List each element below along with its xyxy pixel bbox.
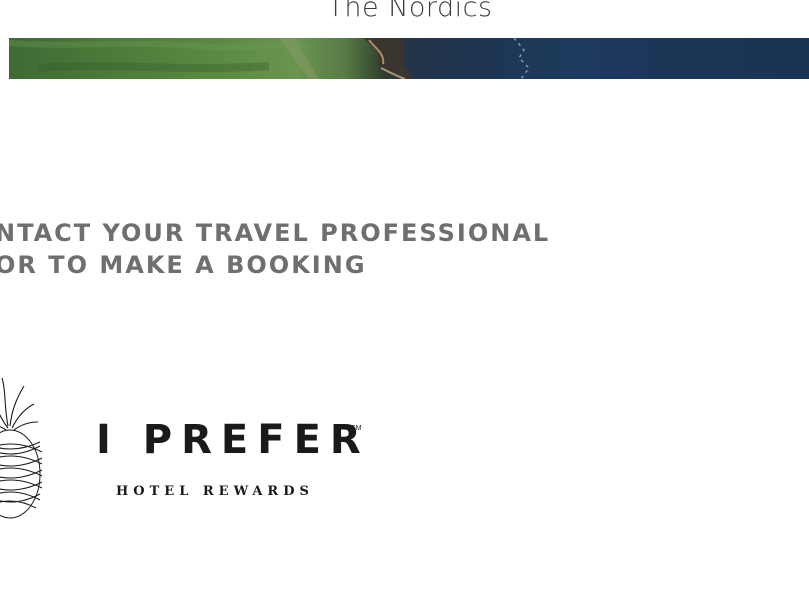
service-mark: SM <box>351 425 362 432</box>
hero-banner-image <box>9 38 809 79</box>
region-title: The Nordics <box>327 0 493 23</box>
brand-name: I PREFER <box>96 417 370 463</box>
pineapple-icon <box>0 377 43 519</box>
contact-travel-professional-heading: NTACT YOUR TRAVEL PROFESSIONAL OR TO MAK… <box>0 217 550 281</box>
coastline-image <box>9 38 530 79</box>
cta-heading-line-2: OR TO MAKE A BOOKING <box>0 251 367 279</box>
cta-heading-line-1: NTACT YOUR TRAVEL PROFESSIONAL <box>0 219 551 247</box>
brand-tagline: HOTEL REWARDS <box>116 484 314 499</box>
